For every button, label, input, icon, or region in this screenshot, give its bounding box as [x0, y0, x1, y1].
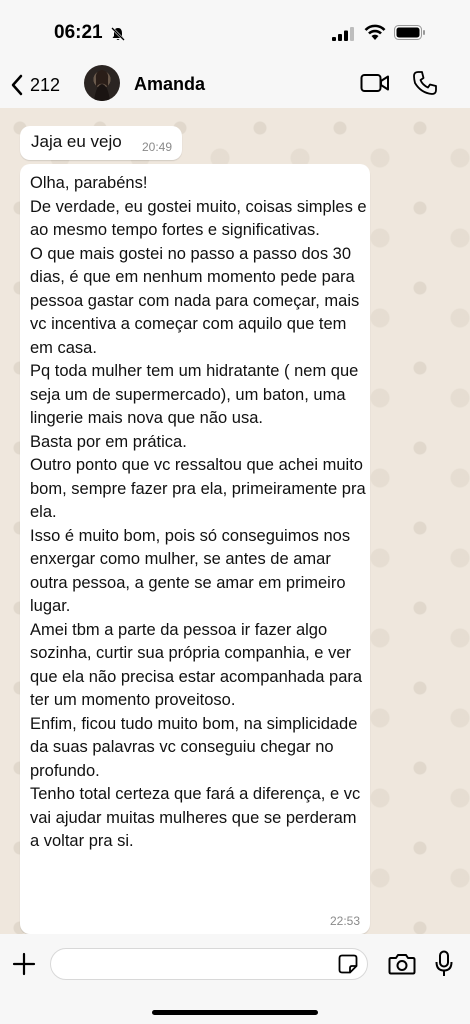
- contact-name[interactable]: Amanda: [134, 74, 205, 95]
- message-text: Olha, parabéns! De verdade, eu gostei mu…: [30, 174, 367, 850]
- camera-icon[interactable]: [388, 952, 416, 976]
- message-time: 22:53: [329, 914, 360, 928]
- battery-icon: [394, 25, 425, 40]
- chat-area[interactable]: Jaja eu vejo 20:49 Olha, parabéns! De ve…: [0, 108, 470, 934]
- status-bar: 06:21: [0, 0, 470, 62]
- message-text: Jaja eu vejo: [31, 132, 122, 151]
- signal-icon: [332, 27, 354, 41]
- microphone-icon[interactable]: [434, 950, 454, 978]
- phone-icon[interactable]: [412, 70, 438, 96]
- back-button[interactable]: 212: [10, 70, 60, 100]
- message-input[interactable]: [50, 948, 368, 980]
- video-call-icon[interactable]: [360, 72, 390, 94]
- home-indicator: [152, 1010, 318, 1015]
- bell-off-icon: [111, 27, 125, 41]
- status-time: 06:21: [54, 22, 103, 43]
- unread-count: 212: [30, 74, 61, 95]
- plus-icon[interactable]: [12, 952, 36, 976]
- avatar-photo-icon: [94, 70, 110, 101]
- chevron-left-icon: [11, 74, 23, 96]
- avatar[interactable]: [84, 65, 120, 101]
- chat-header: 212 Amanda: [0, 62, 470, 109]
- wifi-icon: [364, 24, 386, 40]
- sticker-icon[interactable]: [338, 954, 358, 974]
- incoming-message[interactable]: Olha, parabéns! De verdade, eu gostei mu…: [20, 164, 370, 934]
- incoming-message[interactable]: Jaja eu vejo 20:49: [20, 126, 182, 160]
- message-time: 20:49: [141, 140, 172, 154]
